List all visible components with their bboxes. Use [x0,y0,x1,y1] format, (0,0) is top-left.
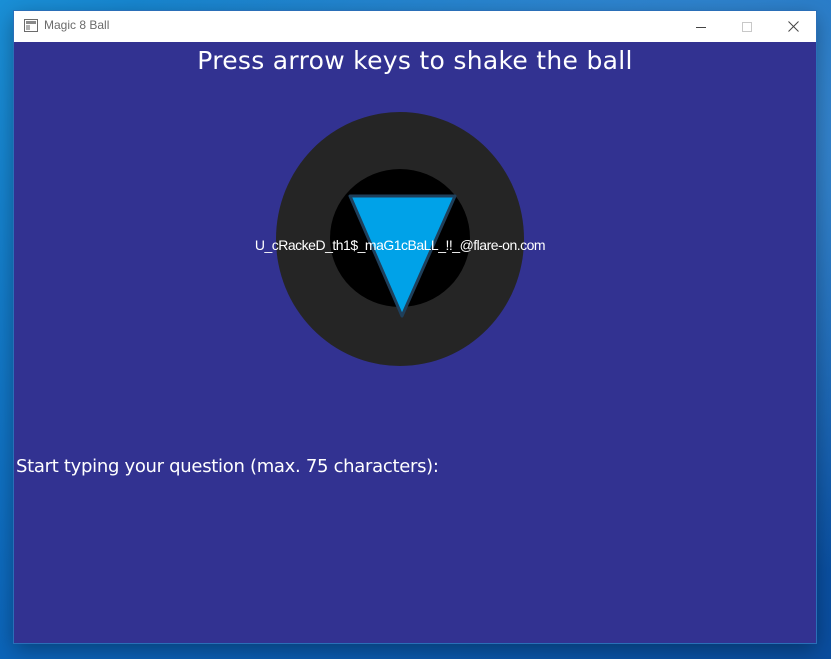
app-icon [24,19,38,32]
maximize-button[interactable] [724,11,770,42]
question-prompt: Start typing your question (max. 75 char… [16,456,439,477]
title-bar[interactable]: Magic 8 Ball [14,11,816,42]
answer-text: U_cRackeD_th1$_maG1cBaLL_!!_@flare-on.co… [254,237,546,253]
maximize-icon [742,21,752,32]
close-button[interactable] [770,11,816,42]
game-canvas[interactable]: Press arrow keys to shake the ball U_cRa… [14,42,816,643]
instruction-heading: Press arrow keys to shake the ball [197,46,633,75]
minimize-icon [696,26,706,28]
minimize-button[interactable] [678,11,724,42]
window-title: Magic 8 Ball [44,18,110,32]
close-icon [787,21,799,32]
app-window: Magic 8 Ball Press arrow keys to shake t… [14,11,816,643]
